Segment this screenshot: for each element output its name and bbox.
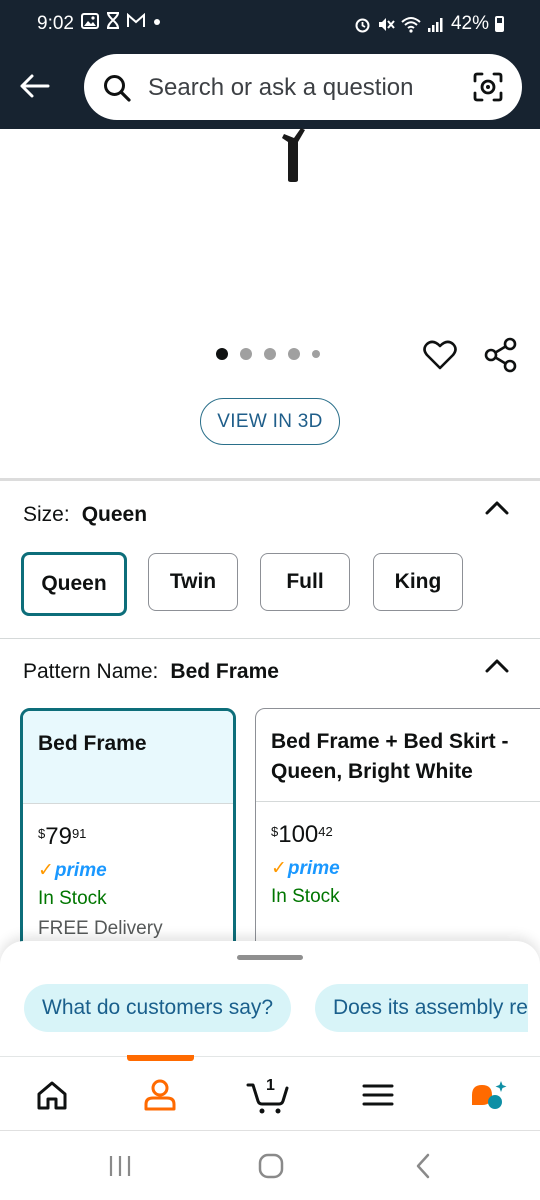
section-divider <box>0 478 540 481</box>
status-time: 9:02 <box>37 13 74 34</box>
rufus-bottom-sheet[interactable]: What do customers say? Does its assembly… <box>0 941 540 1061</box>
wifi-icon <box>401 16 421 33</box>
carousel-dot[interactable] <box>216 348 228 360</box>
battery-icon <box>495 16 504 32</box>
collapse-size-chevron-up-icon[interactable] <box>484 500 510 516</box>
menu-icon[interactable] <box>358 1075 398 1115</box>
cart-count: 1 <box>266 1077 275 1094</box>
pattern-label-row: Pattern Name: Bed Frame <box>23 660 279 684</box>
home-icon[interactable] <box>32 1075 72 1115</box>
size-option-king[interactable]: King <box>373 553 463 611</box>
search-icon <box>104 75 131 102</box>
collapse-pattern-chevron-up-icon[interactable] <box>484 658 510 674</box>
view-in-3d-button[interactable]: VIEW IN 3D <box>200 398 340 445</box>
system-back-icon[interactable] <box>408 1151 438 1181</box>
dot-icon <box>154 18 160 25</box>
carousel-dot[interactable] <box>240 348 252 360</box>
active-tab-indicator <box>127 1055 194 1061</box>
price-cents: 42 <box>318 824 333 839</box>
size-selected-value: Queen <box>81 503 148 526</box>
gallery-icon <box>81 12 99 29</box>
status-notification-icons <box>81 12 162 29</box>
back-arrow-icon[interactable] <box>16 68 52 104</box>
hourglass-icon <box>107 12 119 29</box>
size-label-row: Size: Queen <box>23 503 147 527</box>
size-option-twin[interactable]: Twin <box>148 553 238 611</box>
price-cents: 91 <box>71 826 87 841</box>
price-dollars: 79 <box>45 823 72 850</box>
price-dollars: 100 <box>278 821 319 848</box>
rufus-suggestion-chip[interactable]: Does its assembly re <box>315 984 528 1032</box>
account-icon[interactable] <box>140 1075 180 1115</box>
battery-percent: 42% <box>450 13 489 34</box>
pattern-card-header: Bed Frame + Bed Skirt - Queen, Bright Whi… <box>256 709 540 802</box>
prime-check-icon: ✓ <box>38 860 54 881</box>
top-bar: 9:02 42% Search or ask a question <box>0 0 540 129</box>
pattern-card-title: Bed Frame + Bed Skirt - Queen, Bright Whi… <box>271 730 509 783</box>
camera-search-icon[interactable] <box>472 71 504 103</box>
size-label: Size: <box>23 503 70 526</box>
search-input[interactable]: Search or ask a question <box>148 74 414 102</box>
pattern-selected-value: Bed Frame <box>170 660 279 683</box>
carousel-dot[interactable] <box>264 348 276 360</box>
carousel-dot[interactable] <box>312 350 320 358</box>
stock-status: In Stock <box>271 886 340 907</box>
pattern-card-price: $7991 <box>38 823 87 850</box>
recent-apps-icon[interactable] <box>105 1151 135 1181</box>
heart-icon[interactable] <box>423 339 457 371</box>
size-option-queen[interactable]: Queen <box>21 552 127 616</box>
pattern-option-bed-frame-skirt[interactable]: Bed Frame + Bed Skirt - Queen, Bright Whi… <box>255 708 540 968</box>
prime-check-icon: ✓ <box>271 858 287 879</box>
product-image[interactable] <box>280 128 310 184</box>
gmail-icon <box>127 13 145 27</box>
status-bar: 9:02 42% <box>0 0 540 48</box>
bottom-navigation: 1 <box>0 1055 540 1130</box>
status-system-icons: 42% <box>354 13 504 35</box>
stock-status: In Stock <box>38 888 107 909</box>
mute-icon <box>378 17 395 31</box>
cart-nav-item[interactable]: 1 <box>246 1073 290 1117</box>
section-divider <box>0 638 540 639</box>
signal-icon <box>427 17 443 32</box>
home-button-icon[interactable] <box>256 1151 286 1181</box>
pattern-label: Pattern Name: <box>23 660 159 683</box>
carousel-dot[interactable] <box>288 348 300 360</box>
share-icon[interactable] <box>483 336 519 374</box>
pattern-card-header: Bed Frame <box>23 711 233 804</box>
pattern-card-price: $10042 <box>271 821 333 848</box>
system-navigation-bar <box>0 1130 540 1200</box>
delivery-info: FREE Delivery <box>38 918 163 939</box>
image-carousel-dots[interactable] <box>216 348 320 360</box>
rufus-suggestion-chip[interactable]: What do customers say? <box>24 984 292 1032</box>
search-bar[interactable]: Search or ask a question <box>84 54 522 120</box>
sheet-drag-handle[interactable] <box>237 955 303 960</box>
pattern-card-title: Bed Frame <box>38 732 147 755</box>
pattern-option-bed-frame[interactable]: Bed Frame $7991 ✓prime In Stock FREE Del… <box>20 708 236 968</box>
app-screen: 9:02 42% Search or ask a question VIEW I… <box>0 0 540 1200</box>
alarm-icon <box>355 18 370 32</box>
size-option-full[interactable]: Full <box>260 553 350 611</box>
prime-badge: ✓prime <box>271 858 340 879</box>
prime-badge: ✓prime <box>38 860 107 881</box>
rufus-icon[interactable] <box>468 1075 508 1115</box>
